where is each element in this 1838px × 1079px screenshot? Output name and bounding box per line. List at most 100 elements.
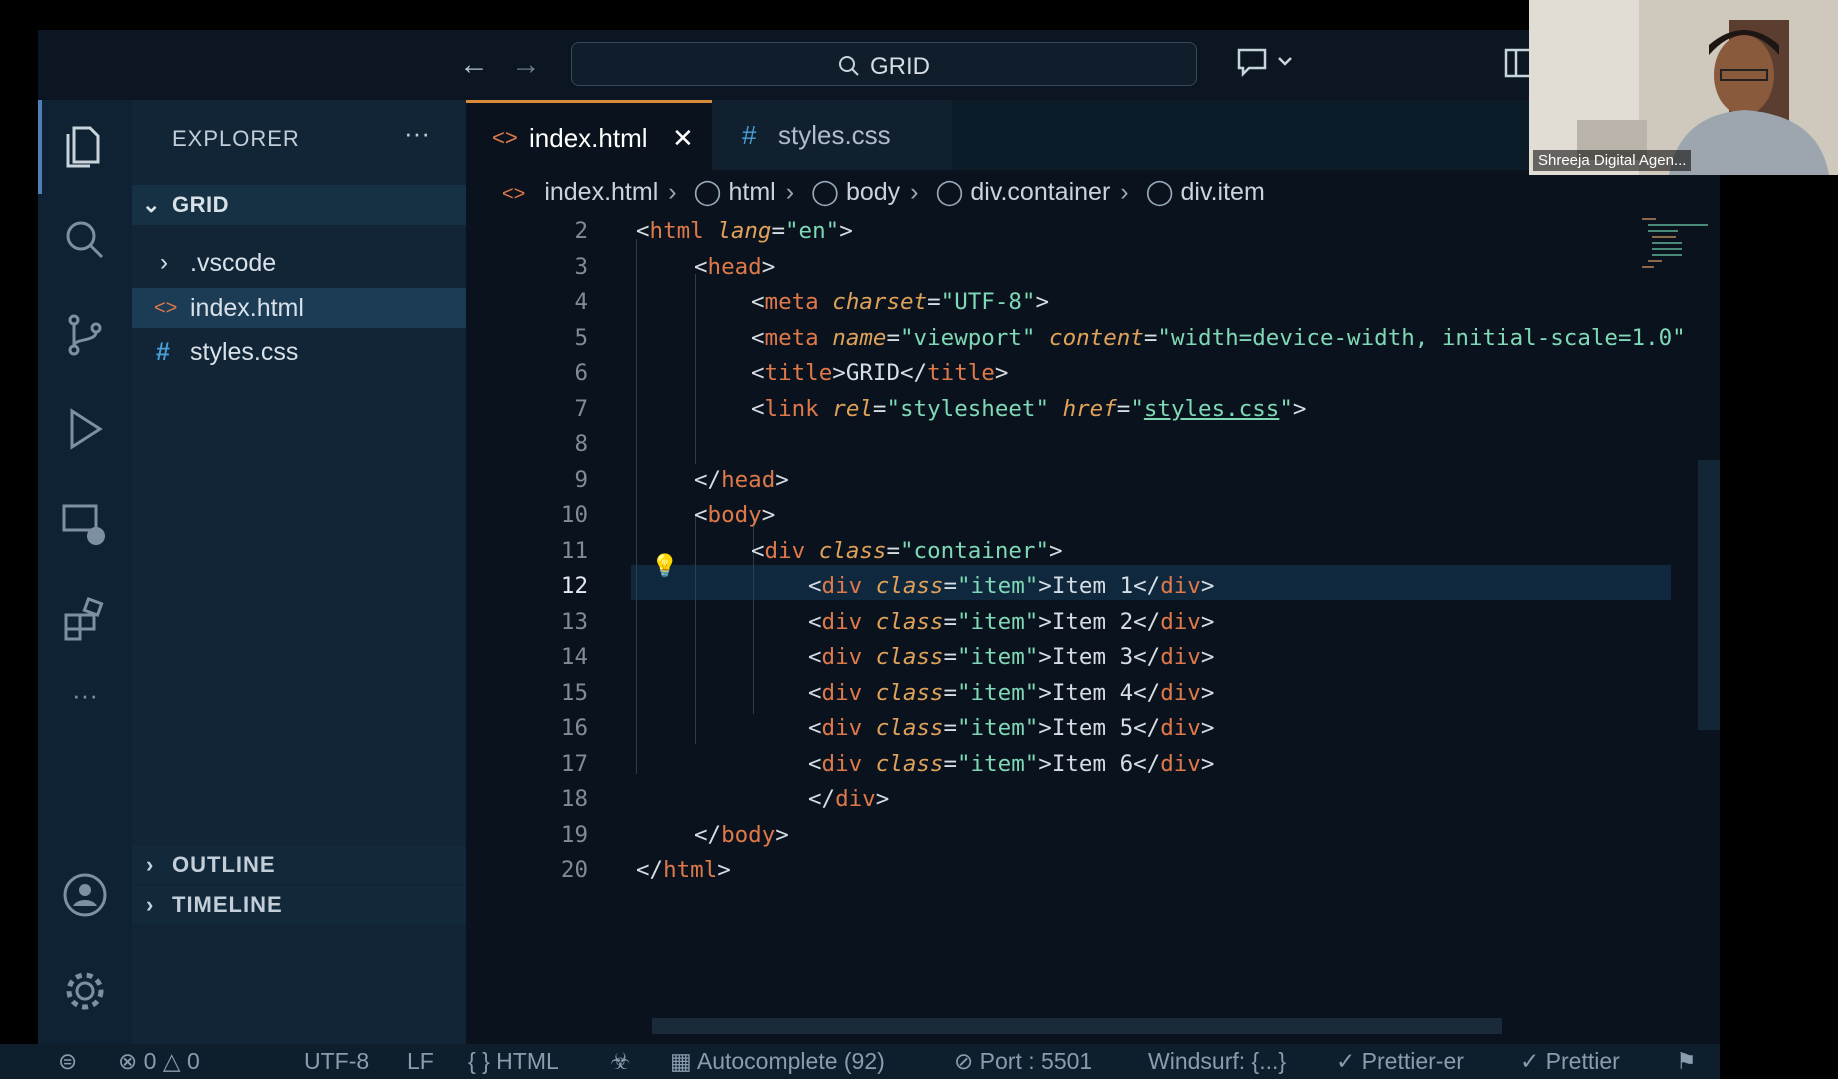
activity-bar: ··· <box>38 100 132 1079</box>
webcam-person-image <box>1529 0 1838 175</box>
code-line: <body> <box>694 502 776 528</box>
tree-item-label: styles.css <box>190 338 299 366</box>
arrow-left-icon[interactable]: ← <box>456 48 492 82</box>
breadcrumb-item[interactable]: body <box>846 178 900 206</box>
explorer-title: EXPLORER <box>172 126 300 151</box>
tree-item-vscode[interactable]: › .vscode <box>132 243 466 283</box>
timeline-panel-header[interactable]: › TIMELINE <box>132 886 466 924</box>
search-icon[interactable] <box>60 215 110 265</box>
line-number: 18 <box>560 786 588 812</box>
folder-label: GRID <box>172 192 229 217</box>
lightbulb-icon[interactable]: 💡 <box>651 554 678 579</box>
line-number: 16 <box>560 715 588 741</box>
chevron-right-icon: › <box>146 852 155 877</box>
code-line: <div class="item">Item 4</div> <box>808 679 1215 706</box>
windsurf-indicator[interactable]: Windsurf: {...} <box>1148 1044 1286 1079</box>
code-line: </html> <box>636 857 731 883</box>
tab-index-html[interactable]: <> index.html ✕ <box>466 100 712 170</box>
remote-explorer-icon[interactable] <box>60 500 110 550</box>
extensions-icon[interactable] <box>60 595 110 645</box>
port-indicator[interactable]: ⊘ Port : 5501 <box>954 1044 1092 1079</box>
settings-gear-icon[interactable] <box>60 966 110 1016</box>
outline-label: OUTLINE <box>172 852 276 877</box>
line-number: 20 <box>560 857 588 883</box>
minimap[interactable] <box>1636 214 1720 294</box>
horizontal-scrollbar[interactable] <box>652 1018 1502 1034</box>
outline-panel-header[interactable]: › OUTLINE <box>132 846 466 884</box>
more-actions-icon[interactable]: ··· <box>404 118 430 149</box>
source-control-icon[interactable] <box>60 310 110 360</box>
copilot-chat-icon[interactable] <box>1235 44 1295 85</box>
remote-icon[interactable]: ⊜ <box>58 1044 77 1079</box>
line-number: 14 <box>560 644 588 670</box>
tab-styles-css[interactable]: # styles.css <box>712 100 952 170</box>
code-line: </div> <box>808 786 890 812</box>
breadcrumb-item[interactable]: index.html <box>544 178 658 206</box>
no-sync-icon[interactable]: ☣ <box>610 1044 631 1079</box>
line-number: 6 <box>574 360 588 386</box>
run-debug-icon[interactable] <box>60 405 110 455</box>
line-number: 8 <box>574 431 588 457</box>
line-number: 2 <box>574 218 588 244</box>
line-number: 7 <box>574 395 588 422</box>
tree-item-styles-css[interactable]: # styles.css <box>132 332 466 372</box>
code-line: <html lang="en"> <box>636 218 853 244</box>
prettier-indicator[interactable]: ✓ Prettier <box>1520 1044 1620 1079</box>
line-number: 10 <box>560 502 588 528</box>
line-number: 19 <box>560 821 588 848</box>
close-icon[interactable]: ✕ <box>672 103 694 173</box>
line-number: 5 <box>574 324 588 351</box>
line-number: 11 <box>560 537 588 564</box>
code-line: <head> <box>694 253 776 280</box>
tree-item-label: .vscode <box>190 249 277 277</box>
language-indicator[interactable]: { } HTML <box>468 1044 559 1079</box>
code-editor[interactable]: 2 3 4 5 6 7 8 9 10 11 12 13 14 15 16 17 … <box>466 214 1720 1079</box>
eol-indicator[interactable]: LF <box>407 1044 434 1079</box>
line-number: 9 <box>574 466 588 493</box>
code-line: <title>GRID</title> <box>751 360 1009 386</box>
more-icon[interactable]: ··· <box>60 680 110 730</box>
editor-area: <> index.html ✕ # styles.css <> index.ht… <box>466 100 1720 1079</box>
account-icon[interactable] <box>60 870 110 920</box>
notifications-bell-icon[interactable]: ⚑ <box>1676 1044 1697 1079</box>
arrow-right-icon[interactable]: → <box>508 48 544 82</box>
code-line: <link rel="stylesheet" href="styles.css"… <box>751 395 1307 422</box>
code-line: <div class="item">Item 6</div> <box>808 750 1215 777</box>
css-file-icon: # <box>156 338 170 366</box>
tree-item-index-html[interactable]: <> index.html <box>132 288 466 328</box>
line-number: 4 <box>574 289 588 315</box>
breadcrumb: <> index.html › ◯ html › ◯ body › ◯ div.con… <box>466 170 1720 214</box>
line-number: 3 <box>574 253 588 280</box>
code-line: <div class="item">Item 1</div> <box>808 573 1215 599</box>
code-line: </body> <box>694 821 789 848</box>
css-file-icon: # <box>742 120 757 150</box>
breadcrumb-item[interactable]: div.container <box>970 178 1110 206</box>
code-line: <div class="item">Item 5</div> <box>808 715 1215 741</box>
search-icon <box>839 56 859 76</box>
prettier-er-indicator[interactable]: ✓ Prettier-er <box>1336 1044 1464 1079</box>
errors-indicator[interactable]: ⊗ 0 △ 0 <box>118 1044 200 1079</box>
search-label: GRID <box>870 53 930 80</box>
line-number: 17 <box>560 750 588 777</box>
vertical-scrollbar[interactable] <box>1698 460 1720 730</box>
code-line: <meta name="viewport" content="width=dev… <box>751 324 1686 351</box>
chevron-right-icon: › <box>160 249 168 276</box>
tree-item-label: index.html <box>190 294 304 322</box>
breadcrumb-item[interactable]: html <box>728 178 775 206</box>
encoding-indicator[interactable]: UTF-8 <box>304 1044 369 1079</box>
autocomplete-indicator[interactable]: ▦ Autocomplete (92) <box>670 1044 885 1079</box>
folder-grid[interactable]: ⌄ GRID <box>132 185 466 225</box>
title-bar: ← → GRID <box>38 30 1720 100</box>
breadcrumb-item[interactable]: div.item <box>1181 178 1265 206</box>
html-file-icon: <> <box>492 125 518 150</box>
files-icon[interactable] <box>60 120 110 170</box>
command-center-search[interactable]: GRID <box>571 42 1197 86</box>
html-file-icon: <> <box>154 297 178 319</box>
chevron-down-icon: ⌄ <box>142 192 161 217</box>
participant-name: Shreeja Digital Agen... <box>1533 150 1692 171</box>
tab-label: styles.css <box>778 120 891 150</box>
webcam-overlay: Shreeja Digital Agen... <box>1529 0 1838 175</box>
html-file-icon: <> <box>502 183 526 205</box>
code-line: <div class="item">Item 2</div> <box>808 608 1215 635</box>
line-number: 12 <box>560 573 588 599</box>
